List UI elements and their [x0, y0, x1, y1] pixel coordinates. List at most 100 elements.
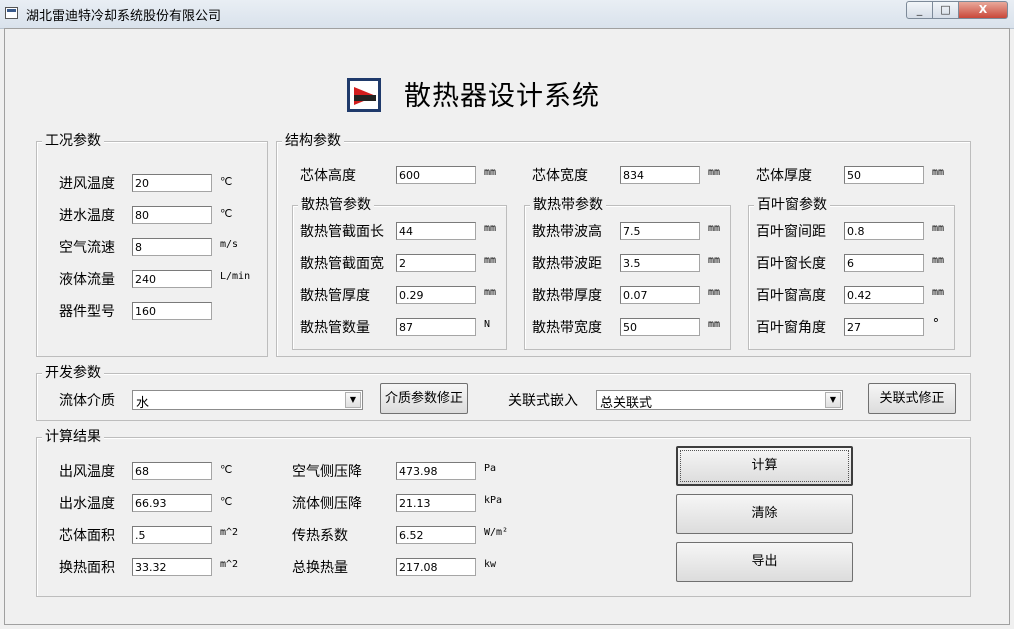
development-params-title: 开发参数: [42, 364, 104, 382]
liquid-flow-input[interactable]: [132, 270, 212, 288]
company-logo-icon: [347, 78, 381, 112]
outlet-air-temp-unit: ℃: [220, 463, 233, 476]
model-input[interactable]: [132, 302, 212, 320]
fin-wave-pitch-input[interactable]: [620, 254, 700, 272]
fin-thickness-input[interactable]: [620, 286, 700, 304]
louver-height-input[interactable]: [844, 286, 924, 304]
total-heat-unit: kw: [484, 559, 497, 570]
core-thickness-input[interactable]: [844, 166, 924, 184]
inlet-air-temp-input[interactable]: [132, 174, 212, 192]
tube-count-label: 散热管数量: [300, 320, 370, 336]
correlation-select[interactable]: 总关联式 ▼: [596, 390, 843, 411]
app-window-icon: [5, 7, 18, 19]
window-title: 湖北雷迪特冷却系统股份有限公司: [26, 9, 222, 24]
core-thickness-label: 芯体厚度: [756, 168, 812, 184]
outlet-water-temp-output[interactable]: [132, 494, 212, 512]
clear-button[interactable]: 清除: [676, 494, 853, 534]
tube-section-length-label: 散热管截面长: [300, 224, 384, 240]
minimize-button[interactable]: _: [906, 1, 933, 19]
fin-wave-pitch-label: 散热带波距: [532, 256, 602, 272]
heat-area-unit: m^2: [220, 559, 239, 570]
export-button[interactable]: 导出: [676, 542, 853, 582]
air-velocity-label: 空气流速: [59, 240, 115, 256]
inlet-water-temp-unit: ℃: [220, 207, 233, 220]
results-title: 计算结果: [42, 428, 104, 446]
fluid-pressure-drop-label: 流体侧压降: [292, 496, 362, 512]
fin-thickness-label: 散热带厚度: [532, 288, 602, 304]
core-area-label: 芯体面积: [59, 528, 115, 544]
heat-area-label: 换热面积: [59, 560, 115, 576]
tube-params-title: 散热管参数: [298, 196, 374, 214]
fin-wave-pitch-unit: mm: [708, 255, 721, 266]
core-area-output[interactable]: [132, 526, 212, 544]
tube-section-width-unit: mm: [484, 255, 497, 266]
air-velocity-unit: m/s: [220, 239, 239, 250]
fin-width-input[interactable]: [620, 318, 700, 336]
working-params-title: 工况参数: [42, 132, 104, 150]
inlet-air-temp-label: 进风温度: [59, 176, 115, 192]
core-thickness-unit: mm: [932, 167, 945, 178]
louver-length-input[interactable]: [844, 254, 924, 272]
fluid-pressure-drop-unit: kPa: [484, 495, 503, 506]
heat-coefficient-output[interactable]: [396, 526, 476, 544]
louver-length-label: 百叶窗长度: [756, 256, 826, 272]
logo-dark-shape: [354, 95, 376, 101]
louver-height-unit: mm: [932, 287, 945, 298]
air-pressure-drop-output[interactable]: [396, 462, 476, 480]
fluid-medium-label: 流体介质: [59, 393, 115, 409]
total-heat-label: 总换热量: [292, 560, 348, 576]
heat-area-output[interactable]: [132, 558, 212, 576]
louver-params-title: 百叶窗参数: [754, 196, 830, 214]
tube-section-width-input[interactable]: [396, 254, 476, 272]
air-pressure-drop-unit: Pa: [484, 463, 497, 474]
fin-width-label: 散热带宽度: [532, 320, 602, 336]
louver-pitch-input[interactable]: [844, 222, 924, 240]
fin-wave-height-label: 散热带波高: [532, 224, 602, 240]
fin-thickness-unit: mm: [708, 287, 721, 298]
tube-count-input[interactable]: [396, 318, 476, 336]
calculate-button[interactable]: 计算: [676, 446, 853, 486]
model-label: 器件型号: [59, 304, 115, 320]
core-height-input[interactable]: [396, 166, 476, 184]
close-button[interactable]: X: [958, 1, 1008, 19]
correlation-fix-button[interactable]: 关联式修正: [868, 383, 956, 414]
fluid-param-fix-button[interactable]: 介质参数修正: [380, 383, 468, 414]
heat-coefficient-label: 传热系数: [292, 528, 348, 544]
fin-width-unit: mm: [708, 319, 721, 330]
tube-count-unit: N: [484, 319, 491, 330]
louver-pitch-label: 百叶窗间距: [756, 224, 826, 240]
correlation-value: 总关联式: [600, 396, 653, 411]
structure-params-title: 结构参数: [282, 132, 344, 150]
louver-height-label: 百叶窗高度: [756, 288, 826, 304]
maximize-button[interactable]: □: [932, 1, 959, 19]
tube-section-length-input[interactable]: [396, 222, 476, 240]
tube-thickness-input[interactable]: [396, 286, 476, 304]
inlet-air-temp-unit: ℃: [220, 175, 233, 188]
air-velocity-input[interactable]: [132, 238, 212, 256]
liquid-flow-label: 液体流量: [59, 272, 115, 288]
fluid-medium-value: 水: [136, 396, 150, 411]
app-title: 散热器设计系统: [404, 81, 600, 112]
louver-angle-label: 百叶窗角度: [756, 320, 826, 336]
louver-pitch-unit: mm: [932, 223, 945, 234]
outlet-air-temp-output[interactable]: [132, 462, 212, 480]
fluid-medium-select[interactable]: 水 ▼: [132, 390, 363, 411]
total-heat-output[interactable]: [396, 558, 476, 576]
window-titlebar: 湖北雷迪特冷却系统股份有限公司 _ □ X: [0, 0, 1014, 29]
core-height-unit: mm: [484, 167, 497, 178]
louver-angle-input[interactable]: [844, 318, 924, 336]
tube-section-width-label: 散热管截面宽: [300, 256, 384, 272]
fin-wave-height-input[interactable]: [620, 222, 700, 240]
chevron-down-icon[interactable]: ▼: [825, 392, 841, 408]
fluid-pressure-drop-output[interactable]: [396, 494, 476, 512]
core-area-unit: m^2: [220, 527, 239, 538]
outlet-air-temp-label: 出风温度: [59, 464, 115, 480]
tube-section-length-unit: mm: [484, 223, 497, 234]
chevron-down-icon[interactable]: ▼: [345, 392, 361, 408]
core-width-input[interactable]: [620, 166, 700, 184]
fin-params-title: 散热带参数: [530, 196, 606, 214]
tube-thickness-label: 散热管厚度: [300, 288, 370, 304]
outlet-water-temp-label: 出水温度: [59, 496, 115, 512]
inlet-water-temp-input[interactable]: [132, 206, 212, 224]
inlet-water-temp-label: 进水温度: [59, 208, 115, 224]
